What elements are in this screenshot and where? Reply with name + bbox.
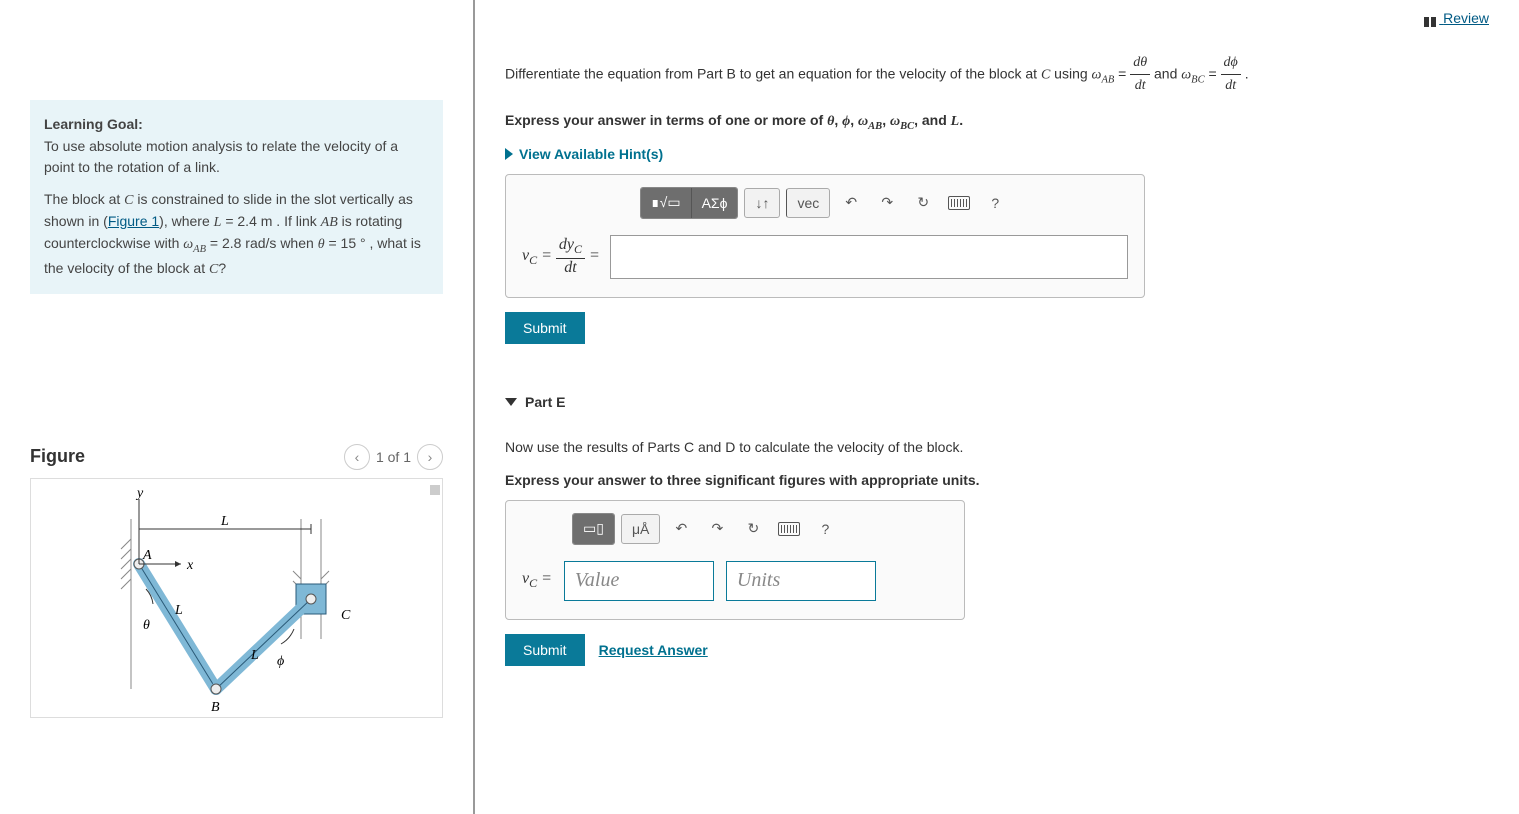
svg-text:A: A <box>142 548 152 563</box>
figure-pager: ‹ 1 of 1 › <box>344 444 443 470</box>
part-e-answer-box: ▭▯ μÅ ↶ ↷ ↻ ? vC = Value Units <box>505 500 965 620</box>
left-panel: Learning Goal: To use absolute motion an… <box>0 0 475 814</box>
svg-text:x: x <box>186 558 194 573</box>
keyboard-button[interactable] <box>944 188 974 218</box>
templates-button[interactable]: ∎√▭ <box>641 188 691 218</box>
svg-text:L: L <box>250 648 259 663</box>
undo-button-e[interactable]: ↶ <box>666 514 696 544</box>
learning-goal-box: Learning Goal: To use absolute motion an… <box>30 100 443 294</box>
learning-goal-heading: Learning Goal: <box>44 114 429 134</box>
figure-box: y x A B C L L L θ ϕ <box>30 478 443 718</box>
review-icon <box>1424 14 1436 24</box>
units-symbols-button[interactable]: μÅ <box>621 514 660 544</box>
svg-text:L: L <box>174 603 183 618</box>
figure-svg: y x A B C L L L θ ϕ <box>71 489 391 718</box>
reset-button-e[interactable]: ↻ <box>738 514 768 544</box>
keyboard-icon <box>778 522 800 536</box>
keyboard-button-e[interactable] <box>774 514 804 544</box>
svg-text:B: B <box>211 700 220 715</box>
view-hints-toggle[interactable]: View Available Hint(s) <box>505 146 1489 162</box>
part-e-submit-button[interactable]: Submit <box>505 634 585 666</box>
chevron-right-icon <box>505 148 513 160</box>
part-e-value-input[interactable]: Value <box>564 561 714 601</box>
vc-prefix: vC = dyCdt = <box>522 236 600 276</box>
part-d-expression-input[interactable] <box>610 235 1128 279</box>
arrows-button[interactable]: ↓↑ <box>744 188 780 218</box>
redo-button-e[interactable]: ↷ <box>702 514 732 544</box>
figure-pager-text: 1 of 1 <box>376 449 411 465</box>
learning-goal-para1: To use absolute motion analysis to relat… <box>44 136 429 177</box>
vc-prefix-e: vC = <box>522 570 552 591</box>
part-d-prompt: Differentiate the equation from Part B t… <box>505 52 1489 98</box>
part-d-instruct: Express your answer in terms of one or m… <box>505 112 1489 132</box>
keyboard-icon <box>948 196 970 210</box>
greek-button[interactable]: ΑΣϕ <box>691 188 738 218</box>
chevron-down-icon <box>505 398 517 406</box>
templates-button-e[interactable]: ▭▯ <box>573 514 614 544</box>
figure-title: Figure <box>30 446 85 467</box>
figure-1-link[interactable]: Figure 1 <box>108 213 159 229</box>
part-e-toolbar: ▭▯ μÅ ↶ ↷ ↻ ? <box>522 513 948 545</box>
svg-text:L: L <box>220 514 229 529</box>
part-e-prompt: Now use the results of Parts C and D to … <box>505 436 1489 458</box>
redo-button[interactable]: ↷ <box>872 188 902 218</box>
undo-button[interactable]: ↶ <box>836 188 866 218</box>
request-answer-link[interactable]: Request Answer <box>599 642 708 658</box>
svg-text:ϕ: ϕ <box>277 654 284 669</box>
learning-goal-para2: The block at C is constrained to slide i… <box>44 189 429 280</box>
help-button-e[interactable]: ? <box>810 514 840 544</box>
vec-button[interactable]: vec <box>786 188 830 218</box>
help-button[interactable]: ? <box>980 188 1010 218</box>
part-e-units-input[interactable]: Units <box>726 561 876 601</box>
figure-header: Figure ‹ 1 of 1 › <box>30 444 443 470</box>
figure-next-button[interactable]: › <box>417 444 443 470</box>
reset-button[interactable]: ↻ <box>908 188 938 218</box>
figure-scroll-up-icon[interactable] <box>430 485 440 495</box>
svg-text:y: y <box>135 489 144 501</box>
right-panel: Review Differentiate the equation from P… <box>475 0 1519 814</box>
review-link[interactable]: Review <box>1439 10 1489 26</box>
part-e-instruct: Express your answer to three significant… <box>505 472 1489 488</box>
svg-text:θ: θ <box>143 618 150 633</box>
part-d-toolbar: ∎√▭ ΑΣϕ ↓↑ vec ↶ ↷ ↻ ? <box>522 187 1128 219</box>
svg-text:C: C <box>341 608 351 623</box>
part-d-answer-box: ∎√▭ ΑΣϕ ↓↑ vec ↶ ↷ ↻ ? vC = dyCdt = <box>505 174 1145 298</box>
part-d-submit-button[interactable]: Submit <box>505 312 585 344</box>
part-e-header[interactable]: Part E <box>505 394 1489 410</box>
figure-prev-button[interactable]: ‹ <box>344 444 370 470</box>
